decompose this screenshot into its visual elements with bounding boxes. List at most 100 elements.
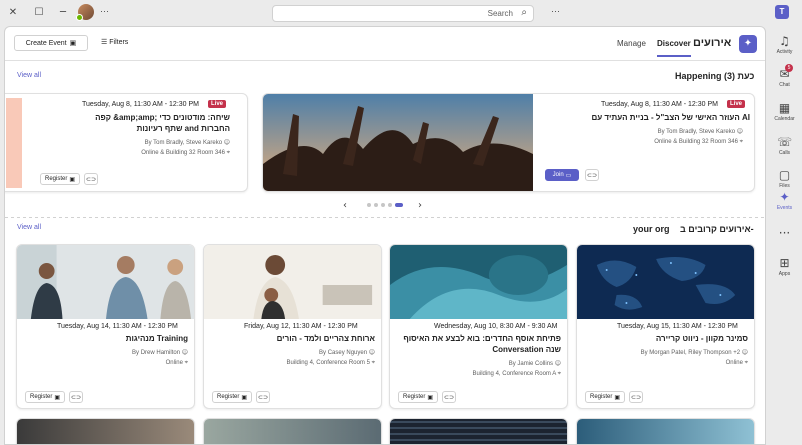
office-meeting-image	[17, 245, 194, 319]
create-event-button[interactable]: Create Event ▣	[14, 35, 88, 51]
event-location: Online & Building 32 Room 346 ⌖	[563, 138, 743, 146]
event-location: Online & Building 32 Room 346 ⌖	[40, 149, 230, 157]
calendar-icon: ▣	[614, 394, 620, 401]
event-title[interactable]: מנהיגות Training	[25, 333, 188, 344]
phone-icon: ☏	[776, 135, 792, 149]
join-button[interactable]: Join ▭	[545, 169, 579, 181]
organizers-text: By Morgan Patel, Riley Thompson +2	[640, 350, 741, 356]
location-pin-icon: ⌖	[557, 370, 561, 377]
nearby-card-7[interactable]	[203, 418, 382, 444]
copy-link-button[interactable]: ⊂⊃	[629, 391, 643, 403]
carousel-dot[interactable]	[367, 203, 371, 207]
event-location: Building 4, Conference Room A ⌖	[398, 370, 561, 378]
event-title[interactable]: ארוחת צהריים ולמד - הורים	[212, 333, 375, 344]
calendar-add-icon: ▣	[69, 40, 77, 47]
nearby-view-all-link[interactable]: View all	[17, 224, 41, 231]
location-pin-icon: ⌖	[739, 138, 743, 145]
organizers-text: By Jamie Collins	[508, 361, 554, 367]
rail-label: Events	[776, 205, 793, 211]
tab-manage[interactable]: Manage	[617, 39, 646, 48]
carousel-dot[interactable]	[381, 203, 385, 207]
people-icon: ☺	[368, 349, 375, 356]
organizers-text: By Drew Hamilton	[132, 350, 181, 356]
rail-item-calendar[interactable]: ▦ Calendar	[767, 97, 802, 131]
rail-label: Calls	[778, 150, 791, 156]
profile-more-button[interactable]: ···	[100, 6, 109, 16]
app-title: אירועים	[693, 37, 732, 49]
section-divider	[5, 217, 765, 218]
search-input[interactable]: Search	[488, 9, 513, 18]
register-label: Register	[216, 394, 240, 400]
register-button[interactable]: Register ▣	[585, 391, 625, 403]
event-title[interactable]: העוזר האישי של הצב"ל - בניית העתיד עם AI	[538, 112, 750, 123]
nearby-card-3[interactable]: Friday, Aug 12, 11:30 AM - 12:30 PM ארוח…	[203, 244, 382, 409]
register-label: Register	[44, 176, 68, 182]
rail-item-activity[interactable]: ♫ Activity	[767, 30, 802, 64]
happening-card-2[interactable]: Live Tuesday, Aug 8, 11:30 AM - 12:30 PM…	[5, 93, 248, 192]
nearby-card-8[interactable]	[16, 418, 195, 444]
event-date: Wednesday, Aug 10, 8:30 AM - 9:30 AM	[434, 323, 558, 330]
settings-more-button[interactable]: ···	[551, 6, 560, 16]
copy-link-button[interactable]: ⊂⊃	[84, 173, 98, 185]
rail-label: Activity	[776, 49, 793, 55]
event-title[interactable]: קפה &amp;amp; שיחה: מודטונים כדי	[40, 112, 230, 123]
rail-item-more[interactable]: ···	[767, 222, 802, 256]
card-image	[577, 419, 754, 444]
event-location: Building 4, Conference Room 5 ⌖	[212, 359, 375, 367]
rail-item-events[interactable]: ✦ Events	[767, 186, 802, 220]
copy-link-button[interactable]: ⊂⊃	[585, 169, 599, 181]
happening-card-1[interactable]: Live Tuesday, Aug 8, 11:30 AM - 12:30 PM…	[262, 93, 755, 192]
happening-view-all-link[interactable]: View all	[17, 72, 41, 79]
create-event-label: Create Event	[25, 39, 67, 47]
location-pin-icon: ⌖	[184, 359, 188, 366]
nearby-title: אירועים קרובים ב-	[680, 224, 754, 234]
event-title[interactable]: פתיחת אוסף החדרים: בוא לבצע את האיסוף	[398, 333, 561, 344]
people-icon: ☺	[741, 349, 748, 356]
location-text: Online & Building 32 Room 346	[141, 150, 225, 156]
carousel-dot[interactable]	[374, 203, 378, 207]
carousel-prev-button[interactable]: ‹	[343, 200, 347, 211]
event-organizers: By Jamie Collins ☺	[398, 360, 561, 367]
copy-link-button[interactable]: ⊂⊃	[256, 391, 270, 403]
carousel-next-button[interactable]: ›	[418, 200, 422, 211]
rail-item-apps[interactable]: ⊞ Apps	[767, 252, 802, 286]
register-button[interactable]: Register ▣	[398, 391, 438, 403]
register-button[interactable]: Register ▣	[25, 391, 65, 403]
maximize-window-button[interactable]: ☐	[31, 4, 47, 20]
filters-button[interactable]: ☰ Filters	[101, 38, 128, 46]
close-window-button[interactable]: ✕	[5, 4, 21, 20]
rail-item-calls[interactable]: ☏ Calls	[767, 131, 802, 165]
copy-link-button[interactable]: ⊂⊃	[442, 391, 456, 403]
nearby-card-4[interactable]: Tuesday, Aug 14, 11:30 AM - 12:30 PM מנה…	[16, 244, 195, 409]
nearby-card-2[interactable]: Wednesday, Aug 10, 8:30 AM - 9:30 AM פתי…	[389, 244, 568, 409]
carousel-dot-active[interactable]	[395, 203, 403, 207]
nearby-card-6[interactable]	[389, 418, 568, 444]
search-box[interactable]: Search ⌕	[272, 5, 534, 22]
link-icon: ⊂⊃	[85, 176, 97, 183]
location-text: Online	[725, 360, 743, 366]
event-date: Tuesday, Aug 8, 11:30 AM - 12:30 PM	[601, 101, 718, 108]
register-button[interactable]: Register ▣	[40, 173, 80, 185]
event-organizers: By Tom Bradly, Steve Kareko ☺	[563, 128, 743, 135]
nearby-card-5[interactable]	[576, 418, 755, 444]
teams-logo-icon: T	[775, 5, 789, 19]
minimize-window-button[interactable]: ─	[55, 4, 71, 20]
organizers-text: By Casey Nguyen	[319, 350, 368, 356]
tab-discover[interactable]: Discover	[657, 39, 691, 57]
video-icon: ▭	[565, 172, 572, 179]
search-icon: ⌕	[521, 7, 527, 18]
nearby-card-1[interactable]: Tuesday, Aug 15, 11:30 AM - 12:30 PM סמי…	[576, 244, 755, 409]
register-button[interactable]: Register ▣	[212, 391, 252, 403]
abstract-teal-image	[390, 245, 567, 319]
parent-with-baby-image	[204, 245, 381, 319]
copy-link-button[interactable]: ⊂⊃	[69, 391, 83, 403]
carousel-dot[interactable]	[388, 203, 392, 207]
location-text: Online & Building 32 Room 346	[654, 139, 738, 145]
rail-item-chat[interactable]: ✉ 5 Chat	[767, 63, 802, 97]
title-bar: ✕ ☐ ─ ··· Search ⌕ ··· T	[0, 0, 802, 26]
calendar-icon: ▣	[241, 394, 247, 401]
card-image-strip	[6, 98, 22, 188]
event-location: Online ⌖	[25, 359, 188, 367]
event-title[interactable]: סמינר מקוון - ניווט קריירה	[585, 333, 748, 344]
register-label: Register	[589, 394, 613, 400]
